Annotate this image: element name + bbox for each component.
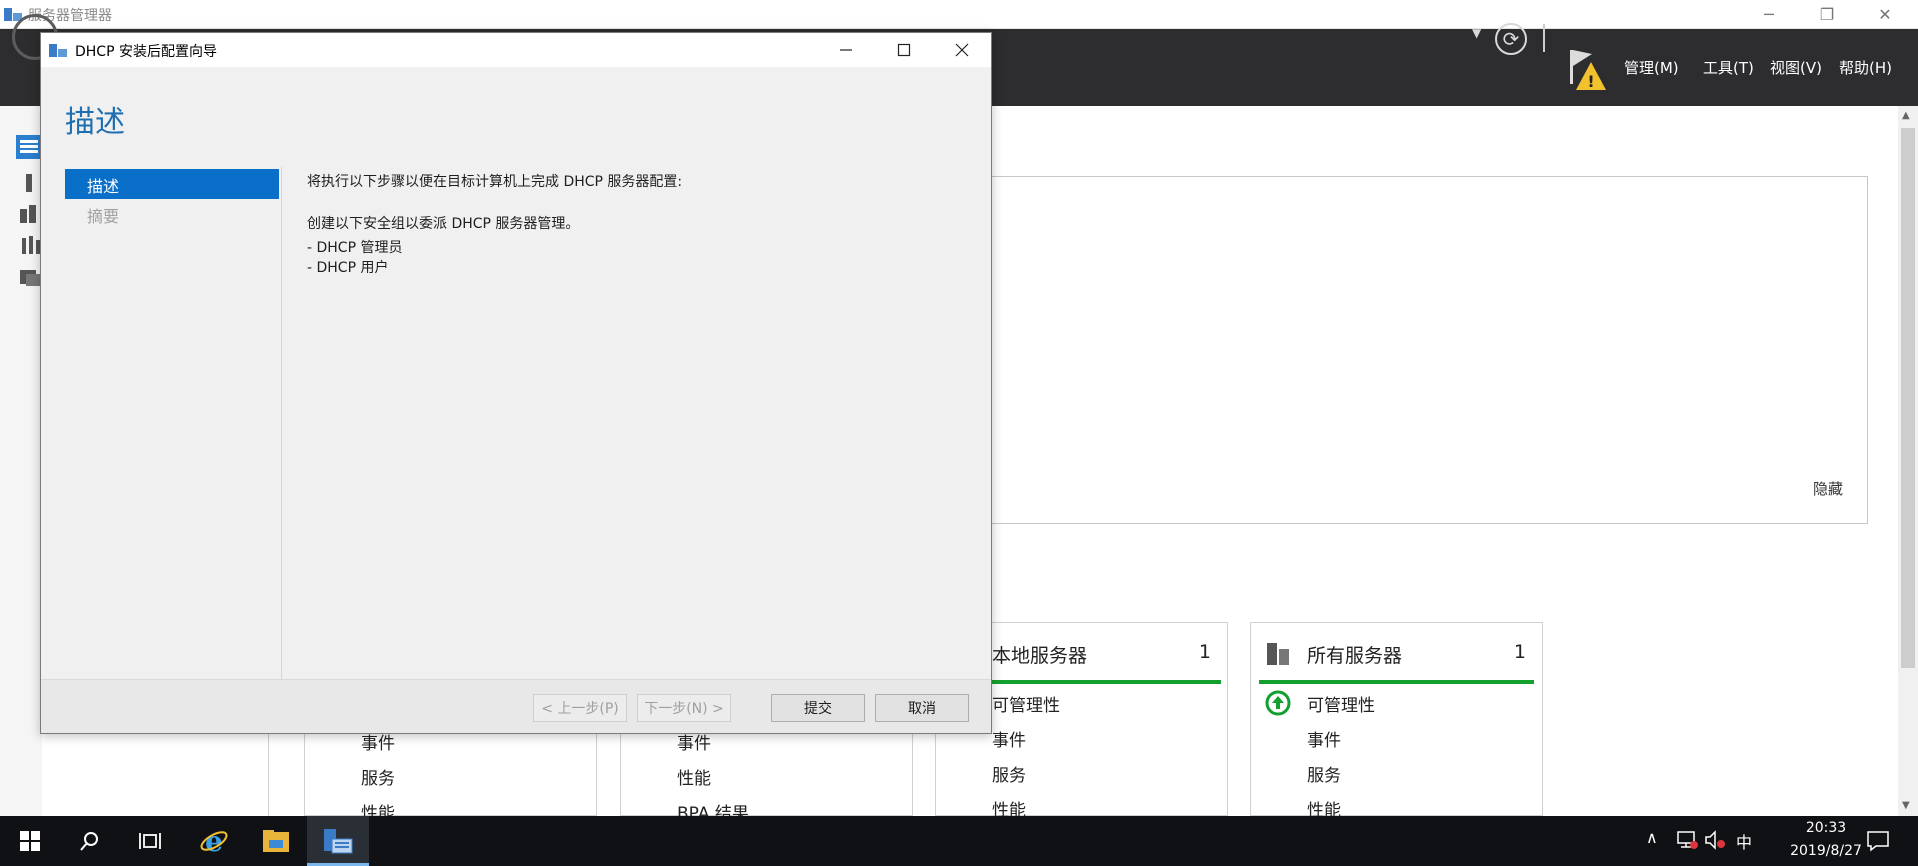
svg-text:e: e — [205, 826, 223, 856]
tile-row-events[interactable]: 事件 — [1307, 726, 1341, 751]
scroll-up-icon[interactable]: ▲ — [1902, 110, 1910, 121]
tile-row-services[interactable]: 服务 — [992, 761, 1026, 786]
dialog-minimize-button[interactable] — [817, 33, 875, 67]
tile-count: 1 — [1198, 641, 1211, 663]
menu-view[interactable]: 视图(V) — [1770, 57, 1822, 78]
security-group-item: - DHCP 用户 — [307, 260, 389, 276]
search-icon — [80, 832, 98, 851]
show-hidden-icons[interactable]: ∧ — [1646, 828, 1658, 847]
svg-text:!: ! — [1587, 72, 1594, 91]
minimize-button[interactable]: ─ — [1740, 0, 1798, 29]
windows-logo-icon — [20, 831, 40, 851]
scrollbar-thumb[interactable] — [1901, 128, 1915, 668]
header-divider — [1543, 24, 1545, 52]
notifications-flag-icon[interactable]: ! — [1568, 50, 1606, 94]
dhcp-wizard-dialog: DHCP 安装后配置向导 描述 描述 摘要 将执行以下步骤以便在目标计算机上完成… — [40, 32, 992, 734]
search-button[interactable] — [60, 816, 120, 866]
status-bar — [1259, 680, 1534, 684]
tile-row-manageability[interactable]: 可管理性 — [992, 691, 1060, 716]
input-method-indicator[interactable]: 中 — [1736, 829, 1752, 853]
dialog-maximize-button[interactable] — [875, 33, 933, 67]
sidebar-item-file-storage[interactable] — [18, 266, 42, 288]
server-manager-titlebar: 服务器管理器 ─ ❐ ✕ — [0, 0, 1918, 29]
tile-row[interactable]: 性能 — [677, 764, 711, 789]
dashboard-icon — [20, 140, 38, 153]
server-manager-icon — [324, 829, 353, 854]
internet-explorer-icon: e — [200, 826, 228, 856]
clock-time[interactable]: 20:33 — [1786, 820, 1866, 836]
wizard-nav-item-description[interactable]: 描述 — [65, 169, 279, 199]
start-button[interactable] — [0, 816, 60, 866]
hide-link[interactable]: 隐藏 — [1813, 478, 1843, 499]
sidebar-item-dashboard[interactable] — [16, 135, 42, 159]
task-view-icon — [139, 833, 161, 849]
tile-title: 本地服务器 — [992, 645, 1088, 667]
close-button[interactable]: ✕ — [1856, 0, 1914, 29]
restore-button[interactable]: ❐ — [1798, 0, 1856, 29]
status-bar — [992, 680, 1221, 684]
tile-row-services[interactable]: 服务 — [1307, 761, 1341, 786]
menu-tools[interactable]: 工具(T) — [1703, 57, 1754, 78]
next-button[interactable]: 下一步(N) > — [637, 694, 731, 722]
cancel-button[interactable]: 取消 — [875, 694, 969, 722]
close-icon — [955, 43, 969, 57]
chevron-down-icon[interactable]: ▼ — [1472, 26, 1481, 40]
tile-row[interactable]: 服务 — [361, 764, 395, 789]
all-servers-icon — [1267, 643, 1289, 665]
tile-all-servers[interactable]: 所有服务器 1 可管理性 事件 服务 性能 — [1250, 622, 1543, 821]
tile-title: 所有服务器 — [1307, 645, 1403, 667]
status-ok-icon — [1265, 690, 1291, 716]
sidebar-item-local-server[interactable] — [24, 172, 34, 194]
description-text: 将执行以下步骤以便在目标计算机上完成 DHCP 服务器配置: — [307, 174, 683, 190]
wizard-nav-divider — [281, 167, 282, 687]
security-group-item: - DHCP 管理员 — [307, 240, 403, 256]
tile-row-manageability[interactable]: 可管理性 — [1307, 691, 1375, 716]
maximize-icon — [897, 43, 911, 57]
tile-count: 1 — [1513, 641, 1526, 663]
description-text: 创建以下安全组以委派 DHCP 服务器管理。 — [307, 216, 580, 232]
folder-icon — [263, 830, 289, 852]
previous-button[interactable]: < 上一步(P) — [533, 694, 627, 722]
taskbar-server-manager[interactable] — [308, 816, 368, 866]
volume-muted-icon[interactable] — [1704, 830, 1726, 850]
action-center-icon[interactable] — [1866, 830, 1890, 852]
taskbar-file-explorer[interactable] — [246, 816, 306, 866]
minimize-icon — [840, 49, 852, 51]
tile-row-events[interactable]: 事件 — [992, 726, 1026, 751]
submit-button[interactable]: 提交 — [771, 694, 865, 722]
sidebar-item-roles[interactable] — [20, 234, 42, 256]
welcome-panel — [990, 176, 1868, 524]
tile-border — [268, 730, 269, 816]
taskbar-ie[interactable]: e — [184, 816, 244, 866]
task-view-button[interactable] — [120, 816, 180, 866]
dialog-close-button[interactable] — [933, 33, 991, 67]
dialog-title: DHCP 安装后配置向导 — [75, 44, 217, 60]
menu-help[interactable]: 帮助(H) — [1839, 57, 1892, 78]
sidebar-item-all-servers[interactable] — [18, 203, 42, 225]
wizard-page-heading: 描述 — [65, 105, 125, 140]
refresh-icon[interactable]: ⟳ — [1495, 23, 1527, 55]
wizard-nav-item-summary: 摘要 — [87, 207, 120, 226]
scroll-down-icon[interactable]: ▼ — [1902, 800, 1910, 811]
dhcp-wizard-icon — [49, 44, 67, 57]
network-icon[interactable] — [1676, 830, 1698, 850]
dialog-titlebar: DHCP 安装后配置向导 — [41, 33, 991, 67]
menu-manage[interactable]: 管理(M) — [1624, 57, 1679, 78]
